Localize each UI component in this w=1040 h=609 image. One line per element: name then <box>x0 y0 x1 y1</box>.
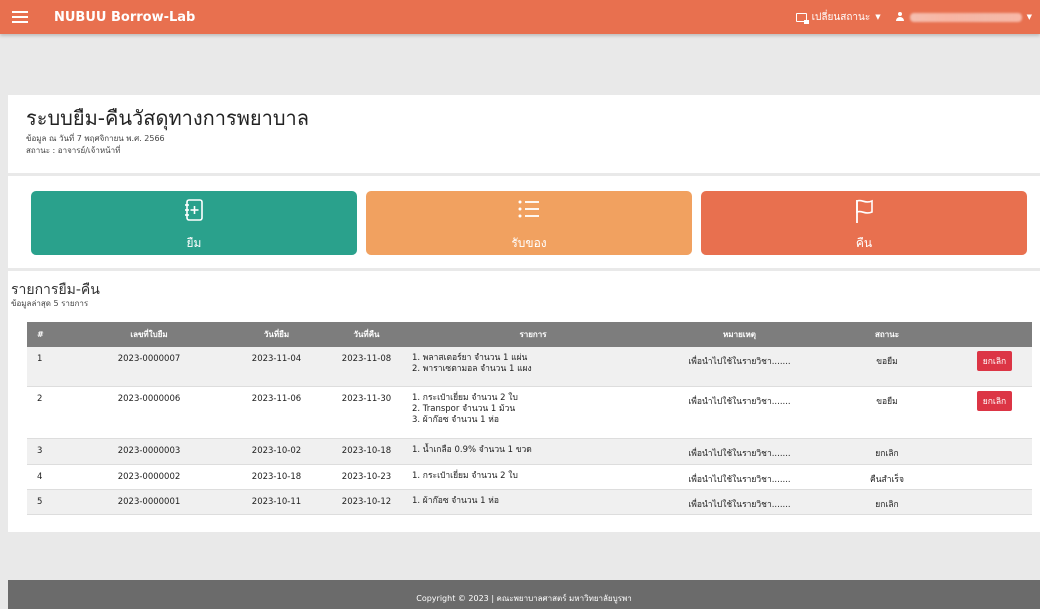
flag-icon <box>856 199 873 223</box>
items-cell: 1. ผ้าก๊อซ จำนวน 1 ห่อ <box>404 489 662 514</box>
header-card: ระบบยืม-คืนวัสดุทางการพยาบาล ข้อมูล ณ วั… <box>8 95 1040 173</box>
top-navbar: NUBUU Borrow-Lab เปลี่ยนสถานะ ▼ ▼ <box>0 0 1040 34</box>
navbar-right: เปลี่ยนสถานะ ▼ ▼ <box>795 10 1032 25</box>
item-line: 1. กระเป๋าเยี่ยม จำนวน 2 ใบ <box>412 470 518 481</box>
status: ขอยืม <box>876 396 898 407</box>
table-row: 5 2023-0000001 2023-10-11 2023-10-12 1. … <box>27 489 1032 514</box>
status: ขอยืม <box>876 357 898 367</box>
user-name-redacted <box>909 12 1022 22</box>
note: เพื่อนำไปใช้ในรายวิชา....... <box>688 499 791 510</box>
caret-down-icon: ▼ <box>875 13 881 21</box>
col-header: หมายเหตุ <box>723 330 756 339</box>
row-number: 1 <box>37 354 43 364</box>
cancel-button[interactable]: ยกเลิก <box>976 351 1013 371</box>
switch-icon <box>795 12 809 24</box>
table-row: 2 2023-0000006 2023-11-06 2023-11-30 1. … <box>27 386 1032 438</box>
action-cell: ยกเลิก <box>957 347 1032 386</box>
doc-number: 2023-0000001 <box>117 496 181 507</box>
return-date: 2023-10-23 <box>341 471 392 482</box>
switch-status-label: เปลี่ยนสถานะ <box>811 11 871 23</box>
item-line: 1. กระเป๋าเยี่ยม จำนวน 2 ใบ <box>412 392 518 403</box>
borrow-date: 2023-10-02 <box>251 445 302 456</box>
borrow-date: 2023-11-04 <box>251 354 302 364</box>
action-cell <box>957 489 1032 514</box>
role-status: สถานะ : อาจารย์/เจ้าหน้าที่ <box>26 146 121 155</box>
doc-number: 2023-0000002 <box>117 471 181 482</box>
return-date: 2023-11-08 <box>341 354 392 364</box>
receive-button[interactable]: รับของ <box>366 191 692 255</box>
caret-down-icon: ▼ <box>1026 13 1032 21</box>
return-button[interactable]: คืน <box>701 191 1027 255</box>
col-header: รายการ <box>519 330 547 339</box>
note: เพื่อนำไปใช้ในรายวิชา....... <box>688 474 791 485</box>
status: ยกเลิก <box>875 448 899 459</box>
items-cell: 1. พลาสเตอร์ยา จำนวน 1 แผ่น 2. พาราเซตาม… <box>404 347 662 386</box>
menu-icon[interactable] <box>12 11 28 23</box>
borrow-date: 2023-10-18 <box>251 471 302 482</box>
borrow-list-card: รายการยืม-คืน ข้อมูลล่าสุด 5 รายการ # เล… <box>8 271 1040 532</box>
item-line: 2. พาราเซตามอล จำนวน 1 แผง <box>412 364 532 374</box>
page-title: ระบบยืม-คืนวัสดุทางการพยาบาล <box>26 106 310 130</box>
row-number: 4 <box>37 471 43 482</box>
action-cell: ยกเลิก <box>957 386 1032 438</box>
item-line: 1. น้ำเกลือ 0.9% จำนวน 1 ขวด <box>412 444 532 455</box>
doc-number: 2023-0000007 <box>117 354 181 364</box>
return-date: 2023-10-18 <box>341 445 392 456</box>
item-line: 1. พลาสเตอร์ยา จำนวน 1 แผ่น <box>412 353 528 363</box>
borrow-date: 2023-10-11 <box>251 496 302 507</box>
notebook-plus-icon <box>185 199 203 221</box>
cancel-button[interactable]: ยกเลิก <box>976 390 1013 411</box>
table-row: 3 2023-0000003 2023-10-02 2023-10-18 1. … <box>27 438 1032 464</box>
table-header: # เลขที่ใบยืม วันที่ยืม วันที่คืน รายการ… <box>27 322 1032 347</box>
col-header: เลขที่ใบยืม <box>130 330 168 339</box>
note: เพื่อนำไปใช้ในรายวิชา....... <box>688 396 791 407</box>
row-number: 3 <box>37 445 43 456</box>
action-cell <box>957 438 1032 464</box>
list-subtitle: ข้อมูลล่าสุด 5 รายการ <box>11 299 89 308</box>
status: คืนสำเร็จ <box>870 474 904 485</box>
items-cell: 1. น้ำเกลือ 0.9% จำนวน 1 ขวด <box>404 438 662 464</box>
item-line: 2. Transpor จำนวน 1 ม้วน <box>412 403 516 414</box>
user-dropdown[interactable]: ▼ <box>895 12 1032 22</box>
action-card: ยืม รับของ คืน <box>8 176 1040 268</box>
doc-number: 2023-0000003 <box>117 445 181 456</box>
brand-title[interactable]: NUBUU Borrow-Lab <box>54 10 195 25</box>
item-line: 3. ผ้าก๊อซ จำนวน 1 ห่อ <box>412 414 499 425</box>
action-cell <box>957 464 1032 489</box>
items-cell: 1. กระเป๋าเยี่ยม จำนวน 2 ใบ <box>404 464 662 489</box>
borrow-label: ยืม <box>186 236 202 250</box>
col-header: # <box>37 330 44 339</box>
receive-label: รับของ <box>511 236 547 250</box>
item-line: 1. ผ้าก๊อซ จำนวน 1 ห่อ <box>412 495 499 506</box>
return-date: 2023-10-12 <box>341 496 392 507</box>
items-cell: 1. กระเป๋าเยี่ยม จำนวน 2 ใบ 2. Transpor … <box>404 386 662 438</box>
row-number: 5 <box>37 496 43 507</box>
note: เพื่อนำไปใช้ในรายวิชา....... <box>688 448 791 459</box>
borrow-button[interactable]: ยืม <box>31 191 357 255</box>
footer: Copyright © 2023 | คณะพยาบาลศาสตร์ มหาวิ… <box>8 580 1040 609</box>
note: เพื่อนำไปใช้ในรายวิชา....... <box>688 357 791 367</box>
borrow-date: 2023-11-06 <box>251 393 302 404</box>
col-header: สถานะ <box>875 330 899 339</box>
list-icon <box>518 200 539 218</box>
return-date: 2023-11-30 <box>341 393 392 404</box>
switch-status-dropdown[interactable]: เปลี่ยนสถานะ ▼ <box>795 10 881 25</box>
status: ยกเลิก <box>875 499 899 510</box>
table-row: 4 2023-0000002 2023-10-18 2023-10-23 1. … <box>27 464 1032 489</box>
doc-number: 2023-0000006 <box>117 393 181 404</box>
col-header: วันที่ยืม <box>263 330 290 339</box>
return-label: คืน <box>855 236 873 250</box>
col-header: วันที่คืน <box>353 330 380 339</box>
table-row: 1 2023-0000007 2023-11-04 2023-11-08 1. … <box>27 347 1032 386</box>
borrow-table: # เลขที่ใบยืม วันที่ยืม วันที่คืน รายการ… <box>27 322 1032 515</box>
row-number: 2 <box>37 393 43 404</box>
col-header <box>957 322 1032 347</box>
user-icon <box>895 12 905 22</box>
